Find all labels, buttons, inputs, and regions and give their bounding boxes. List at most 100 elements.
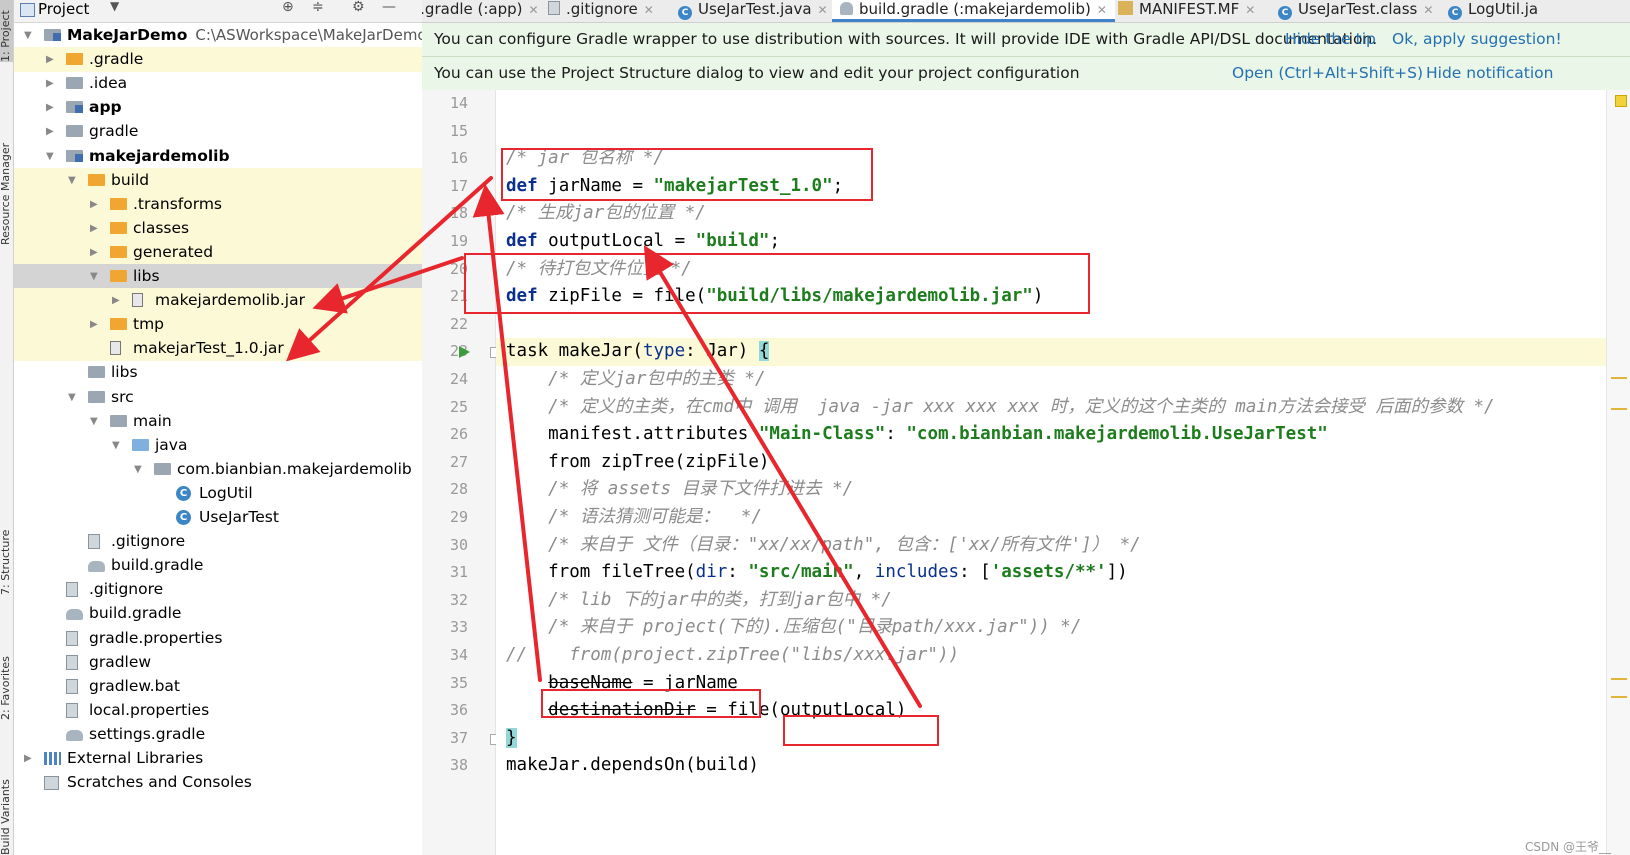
tree-item[interactable]: makejarTest_1.0.jar: [14, 336, 422, 362]
tree-item[interactable]: .gitignore: [14, 529, 422, 554]
close-icon[interactable]: ✕: [1097, 3, 1107, 17]
tree-item[interactable]: Scratches and Consoles: [14, 770, 422, 795]
editor-tab[interactable]: MANIFEST.MF ✕: [1110, 0, 1263, 22]
code-line[interactable]: def outputLocal = "build";: [496, 228, 1606, 256]
tree-item[interactable]: ▶ generated: [14, 239, 422, 265]
chevron-right-icon[interactable]: ▶: [24, 746, 32, 771]
hide-notification-link[interactable]: Hide notification: [1426, 57, 1553, 90]
chevron-down-icon[interactable]: ▼: [90, 409, 98, 434]
chevron-right-icon[interactable]: ▶: [90, 312, 98, 337]
chevron-down-icon[interactable]: ▼: [90, 264, 98, 289]
code-line[interactable]: [496, 90, 1606, 118]
chevron-right-icon[interactable]: ▶: [46, 95, 54, 120]
minimize-icon[interactable]: —: [382, 0, 396, 15]
tool-window-tab[interactable]: 1: Project: [0, 0, 13, 62]
code-line[interactable]: /* jar 包名称 */: [496, 145, 1606, 173]
tree-item[interactable]: ▼ MakeJarDemo C:\ASWorkspace\MakeJarDemo: [14, 23, 427, 48]
close-icon[interactable]: ✕: [818, 3, 828, 17]
editor-tab[interactable]: C UseJarTest.class ✕: [1270, 0, 1441, 22]
close-icon[interactable]: ✕: [644, 3, 654, 17]
warning-mark[interactable]: [1611, 696, 1627, 698]
warning-mark[interactable]: [1611, 678, 1627, 680]
code-line[interactable]: baseName = jarName: [496, 670, 1606, 698]
tree-item[interactable]: ▶ .idea: [14, 71, 422, 96]
code-line[interactable]: [496, 311, 1606, 339]
code-line[interactable]: [496, 118, 1606, 146]
code-line[interactable]: }: [496, 725, 1606, 753]
tree-item[interactable]: ▶ app: [14, 95, 422, 120]
tree-item[interactable]: ▶ classes: [14, 215, 422, 241]
gear-icon[interactable]: ⚙: [352, 0, 365, 15]
code-line[interactable]: manifest.attributes "Main-Class": "com.b…: [496, 421, 1606, 449]
code-line[interactable]: def zipFile = file("build/libs/makejarde…: [496, 283, 1606, 311]
project-view-selector[interactable]: Project: [38, 0, 89, 18]
tree-item[interactable]: settings.gradle: [14, 722, 422, 747]
code-line[interactable]: from zipTree(zipFile): [496, 449, 1606, 477]
code-line[interactable]: from fileTree(dir: "src/main", includes:…: [496, 559, 1606, 587]
editor-tab[interactable]: l.gradle (:app) ✕: [422, 0, 547, 22]
code-line[interactable]: /* lib 下的jar中的类，打到jar包中 */: [496, 587, 1606, 615]
open-project-structure-link[interactable]: Open (Ctrl+Alt+Shift+S): [1232, 57, 1423, 90]
chevron-right-icon[interactable]: ▶: [46, 71, 54, 96]
editor-tab[interactable]: build.gradle (:makejardemolib) ✕: [832, 0, 1115, 22]
chevron-right-icon[interactable]: ▶: [46, 119, 54, 144]
tree-item[interactable]: ▼ src: [14, 385, 422, 410]
tool-window-tab[interactable]: Resource Manager: [0, 125, 13, 245]
code-editor[interactable]: /* jar 包名称 */ def jarName = "makejarTest_…: [496, 90, 1606, 855]
chevron-down-icon[interactable]: ▼: [112, 433, 120, 458]
hide-tip-link[interactable]: Hide the tip: [1285, 23, 1376, 56]
chevron-right-icon[interactable]: ▶: [46, 47, 54, 72]
code-line[interactable]: /* 将 assets 目录下文件打进去 */: [496, 476, 1606, 504]
tree-item[interactable]: build.gradle: [14, 601, 422, 626]
code-line[interactable]: /* 定义jar包中的主类 */: [496, 366, 1606, 394]
warning-indicator-icon[interactable]: [1615, 95, 1627, 107]
tree-item[interactable]: ▼ main: [14, 409, 422, 434]
code-line[interactable]: // from(project.zipTree("libs/xxx.jar")): [496, 642, 1606, 670]
tree-item[interactable]: ▶ .gradle: [14, 47, 422, 73]
code-line[interactable]: makeJar.dependsOn(build): [496, 752, 1606, 780]
chevron-down-icon[interactable]: ▼: [110, 0, 119, 13]
chevron-right-icon[interactable]: ▶: [90, 240, 98, 265]
editor-tab[interactable]: .gitignore ✕: [540, 0, 662, 22]
warning-mark[interactable]: [1611, 408, 1627, 410]
tree-item[interactable]: gradlew: [14, 650, 422, 675]
locate-icon[interactable]: ⊕: [282, 0, 294, 15]
warning-mark[interactable]: [1611, 377, 1627, 379]
code-line[interactable]: /* 来自于 文件（目录："xx/xx/path", 包含：['xx/所有文件'…: [496, 532, 1606, 560]
chevron-down-icon[interactable]: ▼: [24, 23, 32, 48]
tree-item[interactable]: C UseJarTest: [14, 505, 422, 530]
tree-item[interactable]: ▼ java: [14, 433, 422, 458]
tree-item[interactable]: .gitignore: [14, 577, 422, 602]
tree-item[interactable]: gradle.properties: [14, 626, 422, 651]
chevron-down-icon[interactable]: ▼: [134, 457, 142, 482]
code-line[interactable]: task makeJar(type: Jar) {: [496, 338, 1606, 366]
chevron-down-icon[interactable]: ▼: [46, 144, 54, 169]
collapse-all-icon[interactable]: ≑: [312, 0, 324, 15]
chevron-right-icon[interactable]: ▶: [90, 192, 98, 217]
tree-item[interactable]: ▼ libs: [14, 264, 422, 289]
tree-item[interactable]: ▶ gradle: [14, 119, 422, 144]
code-line[interactable]: /* 生成jar包的位置 */: [496, 200, 1606, 228]
tool-window-tab[interactable]: Build Variants: [0, 770, 13, 855]
tool-window-tab[interactable]: 7: Structure: [0, 515, 13, 595]
tree-item[interactable]: ▶ External Libraries: [14, 746, 422, 771]
tree-item[interactable]: libs: [14, 360, 422, 385]
tree-item[interactable]: gradlew.bat: [14, 674, 422, 699]
editor-tab[interactable]: C LogUtil.ja: [1440, 0, 1546, 22]
apply-suggestion-link[interactable]: Ok, apply suggestion!: [1392, 23, 1562, 56]
code-line[interactable]: /* 待打包文件位置 */: [496, 256, 1606, 284]
tree-item[interactable]: ▶ makejardemolib.jar: [14, 288, 422, 314]
tree-item[interactable]: ▶ tmp: [14, 312, 422, 338]
code-line[interactable]: /* 来自于 project(下的).压缩包("目录path/xxx.jar")…: [496, 614, 1606, 642]
tree-item[interactable]: ▼ build: [14, 167, 422, 193]
code-line[interactable]: /* 定义的主类，在cmd中 调用 java -jar xxx xxx xxx …: [496, 394, 1606, 422]
code-line[interactable]: def jarName = "makejarTest_1.0";: [496, 173, 1606, 201]
close-icon[interactable]: ✕: [1423, 3, 1433, 17]
chevron-right-icon[interactable]: ▶: [112, 288, 120, 313]
code-line[interactable]: destinationDir = file(outputLocal): [496, 697, 1606, 725]
chevron-down-icon[interactable]: ▼: [68, 385, 76, 410]
run-gutter-icon[interactable]: [459, 346, 470, 359]
tree-item[interactable]: ▶ .transforms: [14, 191, 422, 217]
tree-item[interactable]: ▼ makejardemolib: [14, 144, 422, 169]
editor-scroll-strip[interactable]: [1606, 90, 1630, 855]
